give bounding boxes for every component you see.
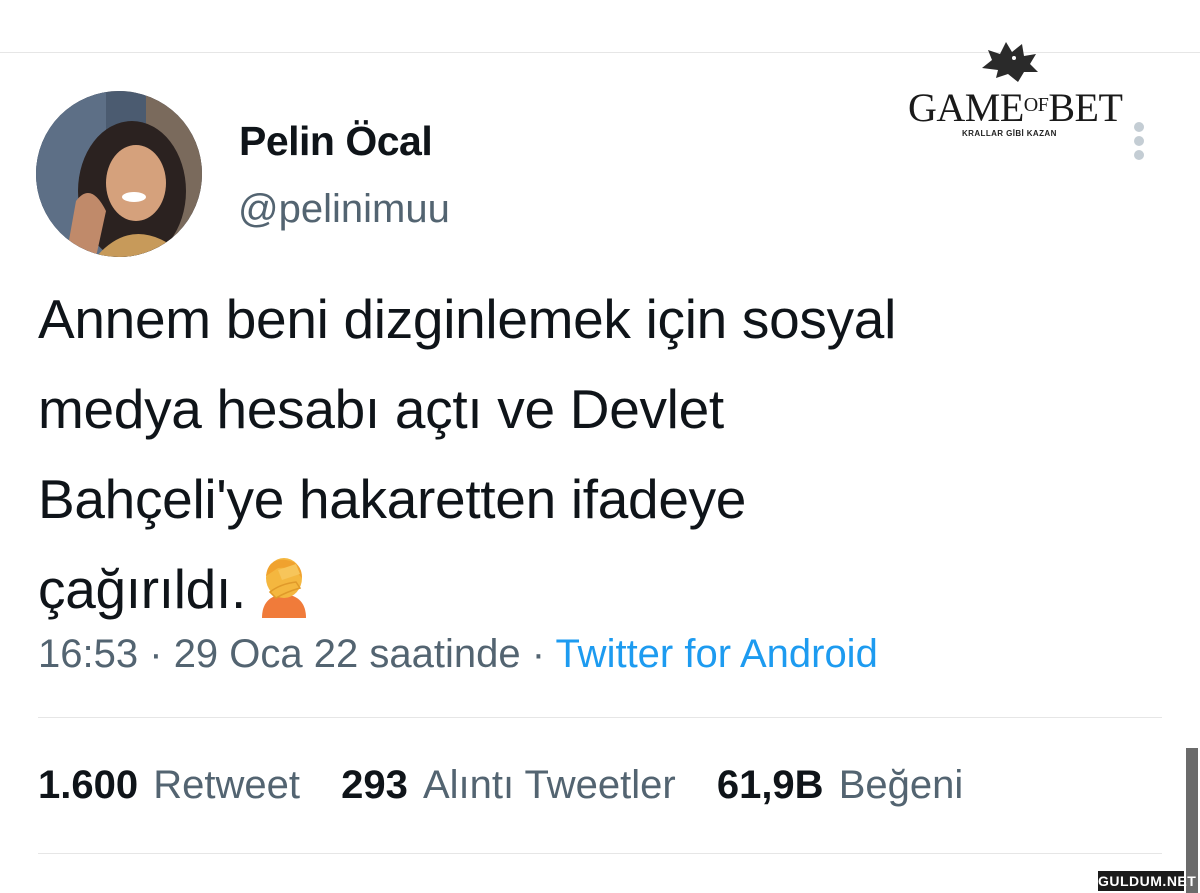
facepalm-emoji-icon (256, 554, 312, 644)
tweet-text: Annem beni dizginlemek için sosyal medya… (38, 274, 1138, 644)
tweet-source-link[interactable]: Twitter for Android (555, 632, 877, 676)
retweet-count[interactable]: 1.600 Retweet (38, 763, 300, 808)
separator: · (149, 632, 163, 676)
divider (38, 853, 1162, 854)
tweet-meta: 16:53 · 29 Oca 22 saatinde · Twitter for… (38, 632, 878, 677)
tweet-date[interactable]: 29 Oca 22 saatinde (174, 632, 521, 676)
scrollbar[interactable] (1186, 748, 1198, 893)
username[interactable]: @pelinimuu (238, 187, 450, 232)
dot (1134, 150, 1144, 160)
wolf-icon (982, 42, 1038, 82)
quote-tweet-count[interactable]: 293 Alıntı Tweetler (341, 763, 676, 808)
more-options-icon[interactable] (1128, 118, 1150, 164)
tweet-stats: 1.600 Retweet 293 Alıntı Tweetler 61,9B … (38, 763, 993, 808)
brand-title: GAMEOFBET (908, 85, 1123, 130)
tweet-line: çağırıldı. (38, 558, 246, 620)
like-count[interactable]: 61,9B Beğeni (717, 763, 963, 808)
watermark: GULDUM.NET (1098, 871, 1197, 891)
dot (1134, 122, 1144, 132)
avatar[interactable] (36, 91, 202, 257)
tweet-line: Annem beni dizginlemek için sosyal (38, 288, 897, 350)
brand-logo: GAMEOFBET KRALLAR GİBİ KAZAN (900, 36, 1123, 146)
dot (1134, 136, 1144, 146)
separator: · (531, 632, 546, 676)
divider (38, 717, 1162, 718)
tweet-line: medya hesabı açtı ve Devlet (38, 378, 724, 440)
tweet-time[interactable]: 16:53 (38, 632, 138, 676)
avatar-photo (36, 91, 202, 257)
tweet-line-last: çağırıldı. (38, 544, 1138, 644)
tweet-line: Bahçeli'ye hakaretten ifadeye (38, 468, 747, 530)
display-name[interactable]: Pelin Öcal (239, 118, 433, 165)
brand-tagline: KRALLAR GİBİ KAZAN (962, 129, 1057, 138)
